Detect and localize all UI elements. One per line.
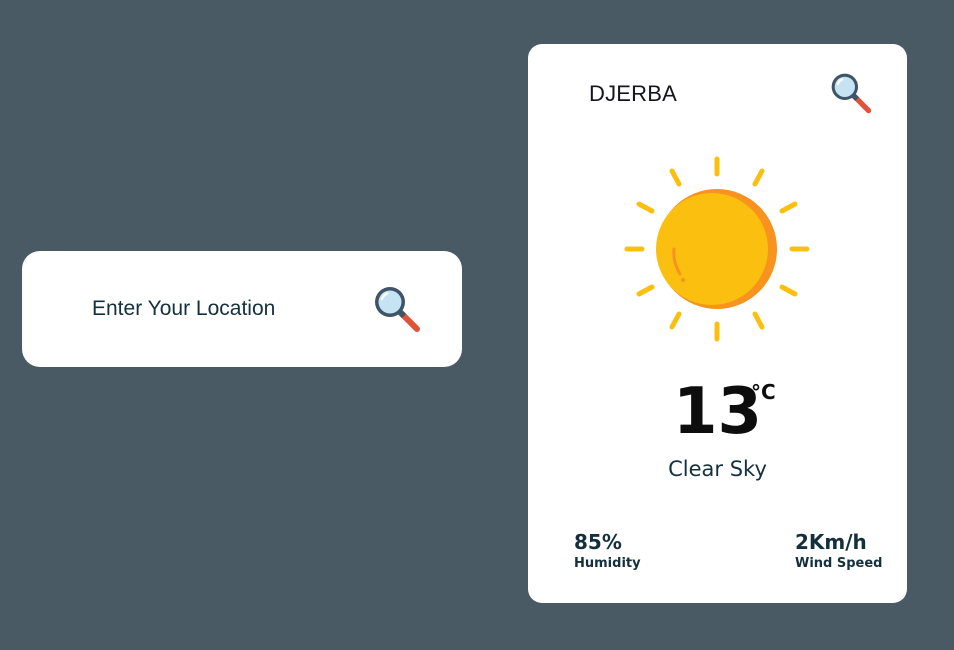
wind-stat: 2Km/h Wind Speed	[795, 531, 883, 571]
weather-card: DJERBA 13 °C Clear Sky 85% Humidity 2Km/…	[528, 44, 907, 603]
wind-value: 2Km/h	[795, 530, 867, 554]
magnifier-icon	[375, 287, 420, 332]
weather-description: Clear Sky	[668, 457, 767, 481]
location-search-input[interactable]	[92, 289, 362, 329]
magnifier-icon	[831, 73, 872, 114]
weather-condition-icon	[622, 154, 812, 344]
humidity-value: 85%	[574, 530, 622, 554]
search-button[interactable]	[372, 284, 422, 334]
temperature: 13	[528, 380, 907, 444]
temperature-value: 13	[672, 375, 763, 449]
city-name: DJERBA	[589, 81, 677, 106]
humidity-stat: 85% Humidity	[574, 531, 641, 571]
sun-icon	[624, 156, 810, 342]
card-search-button[interactable]	[829, 71, 873, 115]
location-search-box	[22, 251, 462, 367]
temperature-unit: °C	[751, 380, 776, 404]
wind-label: Wind Speed	[795, 556, 883, 571]
humidity-label: Humidity	[574, 556, 641, 571]
